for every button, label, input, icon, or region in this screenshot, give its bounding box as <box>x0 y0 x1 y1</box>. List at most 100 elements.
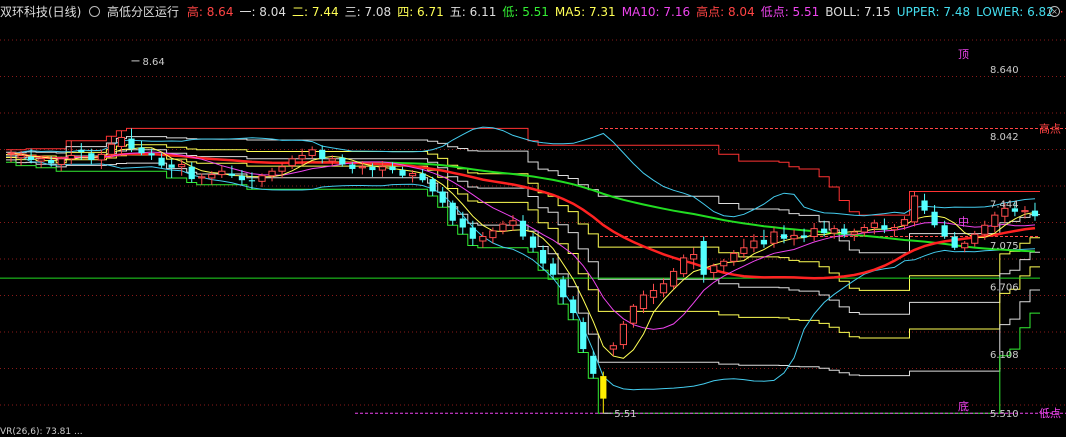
candle-body <box>258 175 266 182</box>
candle-body <box>981 224 989 235</box>
candle-body <box>499 223 507 232</box>
candle-body <box>198 176 206 179</box>
high-point-marker-label: 高点 <box>1039 121 1061 135</box>
candle-body <box>900 219 909 226</box>
candle-body <box>1031 210 1039 217</box>
candle-body <box>128 138 135 149</box>
candle-body <box>248 180 256 182</box>
candle-body <box>790 234 798 240</box>
candle-body <box>740 247 748 254</box>
candle-body <box>770 231 778 244</box>
candle-body <box>580 322 587 350</box>
y-tick-label: 6.706 <box>990 283 1019 294</box>
price-annotation: 5.51 <box>614 409 636 420</box>
candle-body <box>821 228 828 234</box>
candle-body <box>609 345 617 350</box>
candle-body <box>17 154 25 159</box>
candle-body <box>629 305 638 324</box>
candle-body <box>419 173 426 181</box>
candle-body <box>208 174 216 179</box>
candle-body <box>378 166 387 171</box>
candle-body <box>358 166 366 169</box>
candle-body <box>389 166 396 171</box>
boll-lower-line <box>10 152 1036 391</box>
candle-body <box>319 149 326 159</box>
bottom-marker-label: 底 <box>958 399 969 413</box>
candle-body <box>890 227 899 231</box>
candle-body <box>168 164 175 168</box>
candle-body <box>479 236 487 242</box>
candle-body <box>469 227 476 239</box>
candle-body <box>850 231 858 235</box>
candle-body <box>971 233 979 244</box>
candle-body <box>188 166 195 180</box>
low-point-marker-label: 低点 <box>1039 407 1061 420</box>
candle-body <box>117 136 126 147</box>
candle-body <box>278 166 286 172</box>
candle-body <box>328 158 336 162</box>
candle-body <box>158 157 165 166</box>
candle-body <box>710 265 718 274</box>
candlestick-chart[interactable]: 8.64 5.51 8.640 8.042 7.444 7.075 6.706 6.108 5.… <box>0 0 1066 427</box>
y-tick-label: 5.510 <box>990 409 1019 420</box>
channel-level-4-line <box>6 154 1040 339</box>
candle-body <box>951 236 958 248</box>
candle-body <box>408 172 417 177</box>
y-tick-label: 8.042 <box>990 132 1019 143</box>
candle-body <box>639 294 648 310</box>
candle-body <box>429 179 436 192</box>
candle-body <box>349 164 356 169</box>
candle-body <box>519 220 527 237</box>
candle-body <box>37 158 45 162</box>
candle-body <box>991 214 999 227</box>
candle-body <box>48 159 55 164</box>
y-tick-label: 8.640 <box>990 65 1019 76</box>
candle-body <box>669 270 678 287</box>
candle-body <box>921 200 928 211</box>
candle-body <box>800 235 808 238</box>
candle-body <box>449 202 456 221</box>
candle-body <box>600 376 607 399</box>
candle-body <box>730 252 738 262</box>
candle-body <box>590 355 597 374</box>
candle-body <box>570 299 577 314</box>
candle-body <box>268 170 276 177</box>
candle-body <box>439 191 446 203</box>
candle-body <box>308 149 316 156</box>
candle-body <box>78 149 85 153</box>
candle-body <box>238 175 246 181</box>
candle-body <box>830 228 838 234</box>
y-tick-label: 7.075 <box>990 241 1019 252</box>
candle-body <box>489 230 497 239</box>
candle-body <box>649 290 658 298</box>
footer-indicator: VR(26,6): 73.81 ... <box>0 427 83 437</box>
candle-body <box>148 153 155 156</box>
candle-body <box>67 154 75 160</box>
candle-body <box>369 166 376 171</box>
candle-body <box>941 225 948 237</box>
candle-body <box>88 153 95 160</box>
candle-body <box>107 143 116 155</box>
candle-body <box>910 195 919 223</box>
ma10-line <box>10 151 1036 330</box>
top-marker-label: 顶 <box>958 48 969 61</box>
candle-body <box>459 218 466 228</box>
candle-body <box>288 158 296 167</box>
candle-body <box>298 154 306 160</box>
candle-body <box>509 220 517 226</box>
candle-body <box>760 239 768 245</box>
candle-body <box>700 241 707 275</box>
candle-body <box>399 170 406 176</box>
candle-body <box>931 211 938 226</box>
candle-body <box>720 260 728 267</box>
candle-body <box>841 228 848 235</box>
candle-body <box>529 236 537 248</box>
candle-body <box>539 250 547 264</box>
candle-body <box>690 254 698 260</box>
y-tick-label: 7.444 <box>990 200 1019 211</box>
candle-body <box>750 240 758 249</box>
candle-body <box>339 157 346 165</box>
candle-body <box>178 163 186 168</box>
channel-level-5-line <box>6 159 1040 377</box>
candle-body <box>138 147 145 154</box>
